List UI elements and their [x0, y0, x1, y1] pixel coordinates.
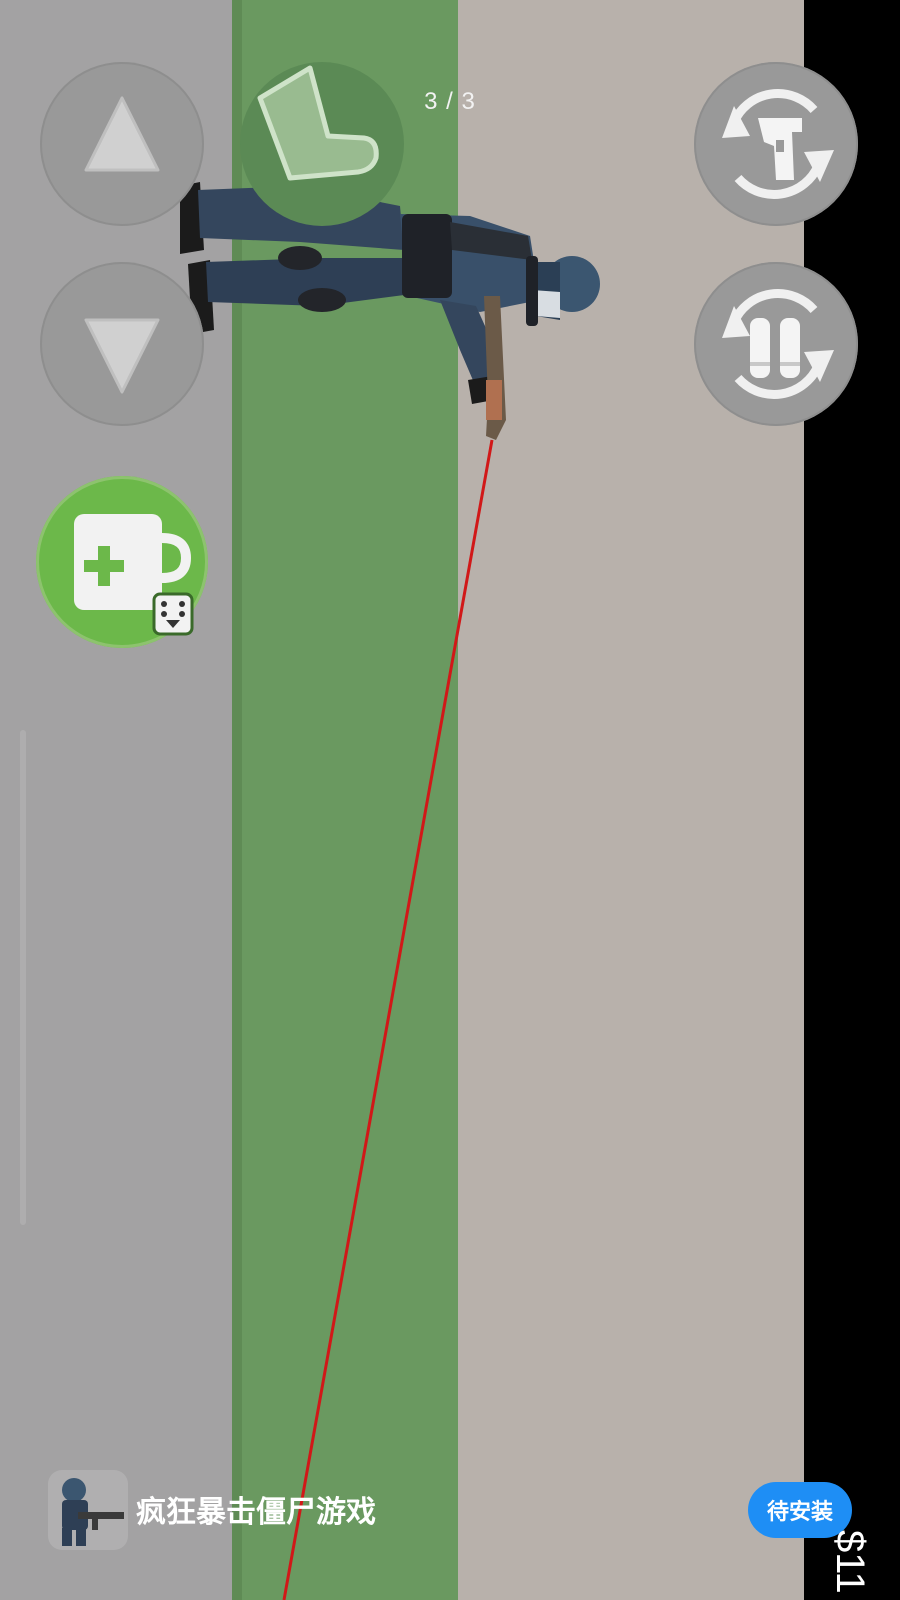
swap-ammo-icon	[722, 289, 834, 399]
game-scene	[180, 182, 600, 1600]
soldier-avatar-icon	[62, 1478, 124, 1546]
swap-weapon-button[interactable]	[694, 62, 858, 226]
laser-sight	[282, 439, 494, 1600]
medkit-icon	[74, 514, 194, 636]
app-title[interactable]: 疯狂暴击僵尸游戏	[136, 1487, 376, 1531]
stance-button[interactable]	[240, 62, 404, 226]
medkit-button[interactable]	[36, 476, 208, 648]
swap-weapon-icon	[722, 89, 834, 199]
up-arrow-icon	[84, 96, 160, 172]
move-up-button[interactable]	[40, 62, 204, 226]
money-counter: $11	[828, 1530, 872, 1594]
swap-ammo-button[interactable]	[694, 262, 858, 426]
page-indicator: 3 / 3	[424, 88, 476, 115]
down-arrow-icon	[84, 318, 160, 394]
move-down-button[interactable]	[40, 262, 204, 426]
app-avatar[interactable]	[48, 1470, 128, 1550]
prone-stance-icon	[257, 65, 379, 181]
